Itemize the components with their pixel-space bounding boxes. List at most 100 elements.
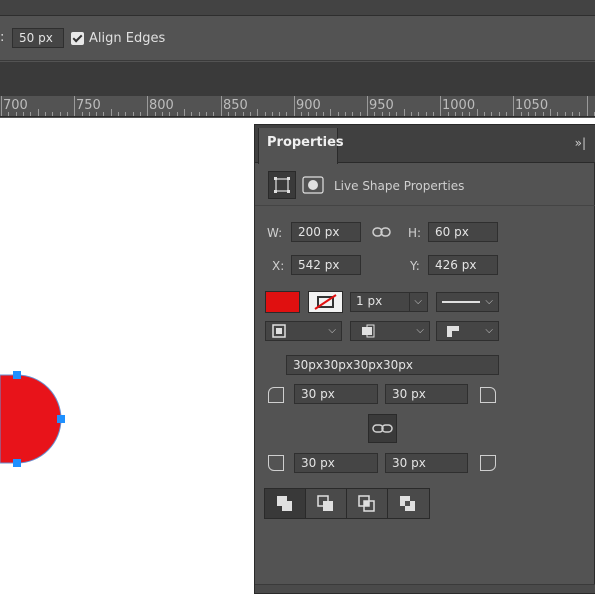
ruler-label: 900 — [296, 98, 321, 113]
document-tab-strip — [0, 62, 595, 96]
ruler-tick — [74, 96, 75, 116]
subtract-front-shape-button[interactable] — [306, 489, 347, 518]
stroke-width-dropdown[interactable]: 1 px ⌵ — [350, 292, 428, 312]
ruler-tick — [140, 112, 141, 116]
ruler-tick — [587, 96, 588, 116]
radius-input[interactable]: 50 px — [12, 28, 64, 48]
bottom-left-radius-input[interactable]: 30 px — [294, 453, 378, 473]
ruler-tick — [484, 112, 485, 116]
align-edges-label: Align Edges — [89, 31, 166, 46]
x-label: X: — [272, 259, 285, 273]
path-operations-group — [264, 488, 430, 519]
ruler-tick — [133, 112, 134, 116]
tab-properties[interactable]: Properties — [258, 128, 344, 164]
top-left-corner-icon — [268, 387, 284, 403]
y-input[interactable]: 426 px — [428, 255, 498, 275]
top-right-corner-icon — [480, 387, 496, 403]
stroke-color-swatch[interactable] — [308, 291, 343, 313]
ruler-tick — [1, 96, 2, 116]
top-left-radius-input[interactable]: 30 px — [294, 384, 378, 404]
ruler-tick — [360, 112, 361, 116]
top-right-radius-input[interactable]: 30 px — [385, 384, 468, 404]
stroke-corners-dropdown[interactable]: ⌵ — [436, 321, 499, 341]
properties-panel: Properties »| Live Shape Properties W: 2… — [254, 124, 595, 594]
stroke-caps-dropdown[interactable]: ⌵ — [350, 321, 430, 341]
width-label: W: — [267, 226, 283, 240]
ruler-tick — [418, 112, 419, 116]
height-input[interactable]: 60 px — [428, 222, 498, 242]
chevron-down-icon: ⌵ — [328, 325, 336, 336]
link-dimensions-icon[interactable] — [372, 224, 392, 240]
ruler-tick — [147, 96, 148, 116]
ruler-tick — [177, 112, 178, 116]
ruler-tick — [103, 112, 104, 116]
transform-box-icon — [274, 177, 290, 193]
x-input[interactable]: 542 px — [291, 255, 361, 275]
ruler-tick — [52, 112, 53, 116]
ruler-tick — [426, 112, 427, 116]
intersect-shape-areas-button[interactable] — [347, 489, 388, 518]
ruler-label: 800 — [149, 98, 174, 113]
rounded-rectangle-shape — [0, 374, 62, 464]
ruler-tick — [477, 109, 478, 116]
chevron-down-icon: ⌵ — [414, 296, 422, 307]
ruler-tick — [294, 96, 295, 116]
ruler-tick — [506, 112, 507, 116]
shape-layer[interactable] — [0, 118, 254, 605]
ruler-tick — [330, 109, 331, 116]
double-chevron-right-icon[interactable]: »| — [575, 136, 586, 150]
ruler-tick — [404, 109, 405, 116]
stroke-caps-icon — [362, 324, 375, 338]
ruler-tick — [250, 112, 251, 116]
ruler-tick — [491, 112, 492, 116]
panel-resize-bar[interactable] — [255, 584, 595, 593]
ruler-tick — [199, 112, 200, 116]
bottom-left-corner-icon — [268, 455, 284, 471]
corner-radii-summary[interactable]: 30px30px30px30px — [286, 355, 499, 375]
ruler-tick — [206, 112, 207, 116]
ruler-tick — [184, 109, 185, 116]
link-corner-radii-button[interactable] — [368, 414, 397, 443]
divider — [409, 293, 410, 311]
solid-line-icon — [442, 301, 480, 303]
link-icon — [372, 424, 393, 433]
ruler-tick — [499, 112, 500, 116]
ruler-tick — [125, 112, 126, 116]
chevron-down-icon: ⌵ — [416, 325, 424, 336]
stroke-type-dropdown[interactable]: ⌵ — [436, 292, 499, 312]
stroke-align-dropdown[interactable]: ⌵ — [265, 321, 342, 341]
transform-properties-button[interactable] — [268, 171, 296, 199]
align-edges-checkbox[interactable] — [71, 32, 84, 45]
fill-color-swatch[interactable] — [265, 291, 300, 313]
live-shape-icon — [302, 176, 324, 194]
transform-handle-top — [13, 371, 21, 379]
combine-shapes-button[interactable] — [265, 489, 306, 518]
divider — [255, 205, 595, 206]
ruler-tick — [191, 112, 192, 116]
ruler-label: 850 — [223, 98, 248, 113]
live-shape-properties-button[interactable] — [301, 173, 325, 197]
bottom-right-radius-input[interactable]: 30 px — [385, 453, 468, 473]
exclude-overlapping-shapes-button[interactable] — [388, 489, 429, 518]
width-input[interactable]: 200 px — [291, 222, 361, 242]
chevron-down-icon: ⌵ — [485, 325, 493, 336]
horizontal-ruler: 700 750 800 850 900 950 1000 1050 — [0, 96, 595, 117]
transform-handle-bottom — [13, 459, 21, 467]
exclude-overlapping-shapes-icon — [400, 496, 415, 511]
ruler-tick — [557, 112, 558, 116]
ruler-tick — [213, 112, 214, 116]
transform-handle-right — [57, 415, 65, 423]
section-title: Live Shape Properties — [334, 179, 465, 193]
ruler-tick — [565, 112, 566, 116]
stroke-corners-icon — [447, 326, 459, 337]
ruler-tick — [440, 96, 441, 116]
ruler-tick — [60, 112, 61, 116]
menu-strip — [0, 0, 595, 16]
ruler-tick — [338, 112, 339, 116]
options-bar: : 50 px Align Edges — [0, 17, 595, 61]
ruler-tick — [257, 109, 258, 116]
ruler-tick — [572, 112, 573, 116]
ruler-tick — [513, 96, 514, 116]
ruler-tick — [265, 112, 266, 116]
bottom-right-corner-icon — [480, 455, 496, 471]
